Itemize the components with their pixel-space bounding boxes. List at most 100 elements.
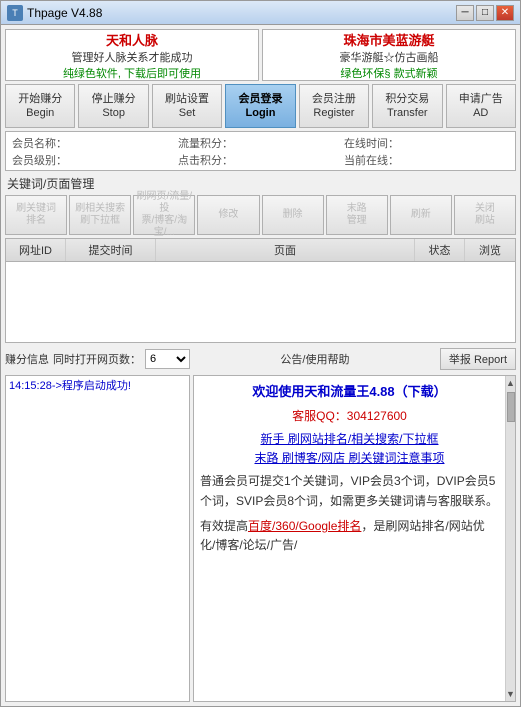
- kw-label2-flush-page: 票/博客/淘宝/...: [135, 215, 193, 239]
- flow-score-field: 流量积分：: [178, 135, 343, 151]
- toolbar-btn-ad[interactable]: 申请广告AD: [446, 84, 516, 128]
- kw-label2-close-station: 刷站: [475, 215, 495, 227]
- keyword-section: 关键词/页面管理 刷关键词排名刷相关搜索刷下拉框刷网页/流量/投票/博客/淘宝/…: [5, 174, 516, 235]
- member-name-field: 会员名称：: [12, 135, 177, 151]
- scrollbar[interactable]: ▲ ▼: [505, 376, 515, 701]
- kw-label2-flush-search: 刷下拉框: [80, 215, 120, 227]
- kw-btn-flush-page[interactable]: 刷网页/流量/投票/博客/淘宝/...: [133, 195, 195, 235]
- kw-btn-refresh[interactable]: 刷新: [390, 195, 452, 235]
- toolbar-btn-transfer[interactable]: 积分交易Transfer: [372, 84, 442, 128]
- toolbar-btn-start[interactable]: 开始赚分Begin: [5, 84, 75, 128]
- main-window: T Thpage V4.88 ─ □ ✕ 天和人脉 管理好人脉关系才能成功 纯绿…: [0, 0, 521, 707]
- kw-btn-flush-kw[interactable]: 刷关键词排名: [5, 195, 67, 235]
- info-panel-title: 欢迎使用天和流量王4.88（下载）: [200, 382, 499, 403]
- toolbar-btn-label2-ad: AD: [473, 106, 488, 120]
- toolbar-btn-label2-stop: Stop: [102, 106, 125, 120]
- earn-info-label: 赚分信息: [5, 351, 49, 367]
- title-bar-left: T Thpage V4.88: [7, 5, 102, 21]
- maximize-button[interactable]: □: [476, 5, 494, 21]
- keyword-section-title: 关键词/页面管理: [5, 174, 516, 193]
- app-icon: T: [7, 5, 23, 21]
- info-panel-link[interactable]: 新手 刷网站排名/相关搜索/下拉框: [200, 430, 499, 449]
- member-level-label: 会员级别：: [12, 152, 67, 168]
- info-service: 客服QQ：304127600: [200, 407, 499, 426]
- log-entry: 14:15:28->程序启动成功!: [9, 379, 186, 394]
- kw-label2-path-mgmt: 管理: [347, 215, 367, 227]
- col-header-time: 提交时间: [66, 239, 156, 261]
- table-header: 网址ID 提交时间 页面 状态 浏览: [6, 239, 515, 262]
- kw-btn-path-mgmt[interactable]: 末路管理: [326, 195, 388, 235]
- col-header-status: 状态: [415, 239, 465, 261]
- col-header-id: 网址ID: [6, 239, 66, 261]
- kw-label1-path-mgmt: 末路: [347, 203, 367, 215]
- title-controls: ─ □ ✕: [456, 5, 514, 21]
- member-level-field: 会员级别：: [12, 152, 177, 168]
- info-title-text[interactable]: 欢迎使用天和流量王4.88（下载）: [252, 384, 446, 399]
- banner-right-line1: 豪华游艇☆仿古画船: [340, 49, 439, 65]
- kw-label1-modify: 修改: [218, 209, 238, 221]
- toolbar-btn-register[interactable]: 会员注册Register: [299, 84, 369, 128]
- toolbar-btn-label2-start: Begin: [26, 106, 54, 120]
- info-highlight: 百度/360/Google排名: [248, 519, 361, 533]
- kw-label1-flush-page: 刷网页/流量/投: [135, 191, 193, 215]
- info-panel-link[interactable]: 末路 刷博客/网店 刷关键词注意事项: [200, 449, 499, 468]
- log-panel: 14:15:28->程序启动成功!: [5, 375, 190, 702]
- toolbar-btn-label2-login: Login: [246, 106, 276, 120]
- kw-label1-close-station: 关闭: [475, 203, 495, 215]
- banner-right[interactable]: 珠海市美蓝游艇 豪华游艇☆仿古画船 绿色环保§ 款式新颖: [262, 29, 516, 81]
- toolbar-btn-label1-start: 开始赚分: [18, 92, 62, 106]
- info-panel: 欢迎使用天和流量王4.88（下载） 客服QQ：304127600 新手 刷网站排…: [194, 376, 505, 701]
- current-online-field: 当前在线：: [344, 152, 509, 168]
- concurrent-label: 同时打开网页数：: [53, 351, 141, 367]
- minimize-button[interactable]: ─: [456, 5, 474, 21]
- toolbar-btn-label1-ad: 申请广告: [459, 92, 503, 106]
- col-header-page: 页面: [156, 239, 415, 261]
- help-label: 公告/使用帮助: [194, 351, 436, 367]
- kw-label1-delete: 删除: [283, 209, 303, 221]
- toolbar-btn-login[interactable]: 会员登录Login: [225, 84, 295, 128]
- kw-btn-delete[interactable]: 删除: [262, 195, 324, 235]
- title-bar: T Thpage V4.88 ─ □ ✕: [1, 1, 520, 25]
- content-area: 天和人脉 管理好人脉关系才能成功 纯绿色软件, 下载后即可使用 珠海市美蓝游艇 …: [1, 25, 520, 706]
- online-time-label: 在线时间：: [344, 135, 399, 151]
- kw-btn-modify[interactable]: 修改: [197, 195, 259, 235]
- toolbar-btn-label2-transfer: Transfer: [387, 106, 428, 120]
- kw-label1-flush-kw: 刷关键词: [16, 203, 56, 215]
- toolbar-btn-settings[interactable]: 刷站设置Set: [152, 84, 222, 128]
- toolbar-btn-label1-login: 会员登录: [238, 92, 282, 106]
- toolbar-btn-label2-register: Register: [313, 106, 354, 120]
- scroll-track: [506, 390, 515, 687]
- kw-label2-flush-kw: 排名: [26, 215, 46, 227]
- info-body2: 有效提高百度/360/Google排名，是刷网站排名/网站优化/博客/论坛/广告…: [200, 517, 499, 555]
- scroll-thumb[interactable]: [507, 392, 515, 422]
- data-table: 网址ID 提交时间 页面 状态 浏览: [5, 238, 516, 343]
- close-button[interactable]: ✕: [496, 5, 514, 21]
- toolbar-btn-label1-register: 会员注册: [312, 92, 356, 106]
- info-links: 新手 刷网站排名/相关搜索/下拉框末路 刷博客/网店 刷关键词注意事项: [200, 430, 499, 468]
- toolbar-btn-label1-settings: 刷站设置: [165, 92, 209, 106]
- banner-left-line2: 纯绿色软件, 下载后即可使用: [63, 65, 201, 81]
- table-body: [6, 262, 515, 342]
- keyword-toolbar: 刷关键词排名刷相关搜索刷下拉框刷网页/流量/投票/博客/淘宝/...修改删除末路…: [5, 195, 516, 235]
- current-online-label: 当前在线：: [344, 152, 399, 168]
- col-header-view: 浏览: [465, 239, 515, 261]
- member-info-bar: 会员名称： 流量积分： 在线时间： 会员级别： 点击积分： 当前在线：: [5, 131, 516, 171]
- kw-btn-close-station[interactable]: 关闭刷站: [454, 195, 516, 235]
- kw-btn-flush-search[interactable]: 刷相关搜索刷下拉框: [69, 195, 131, 235]
- report-button[interactable]: 举报 Report: [440, 348, 516, 370]
- info-panel-content: 欢迎使用天和流量王4.88（下载） 客服QQ：304127600 新手 刷网站排…: [200, 382, 499, 555]
- info-body2-text: 有效提高: [200, 519, 248, 533]
- toolbar-btn-stop[interactable]: 停止赚分Stop: [78, 84, 148, 128]
- top-banner: 天和人脉 管理好人脉关系才能成功 纯绿色软件, 下载后即可使用 珠海市美蓝游艇 …: [5, 29, 516, 81]
- scroll-up-arrow[interactable]: ▲: [506, 376, 515, 390]
- scroll-down-arrow[interactable]: ▼: [506, 687, 515, 701]
- info-body1: 普通会员可提交1个关键词，VIP会员3个词，DVIP会员5个词，SVIP会员8个…: [200, 472, 499, 510]
- flow-score-label: 流量积分：: [178, 135, 233, 151]
- banner-left-title: 天和人脉: [106, 30, 158, 49]
- toolbar-btn-label1-transfer: 积分交易: [385, 92, 429, 106]
- toolbar-btn-label2-settings: Set: [179, 106, 196, 120]
- banner-left[interactable]: 天和人脉 管理好人脉关系才能成功 纯绿色软件, 下载后即可使用: [5, 29, 259, 81]
- member-name-label: 会员名称：: [12, 135, 67, 151]
- concurrent-select[interactable]: 6: [145, 349, 190, 369]
- banner-right-title: 珠海市美蓝游艇: [343, 30, 434, 49]
